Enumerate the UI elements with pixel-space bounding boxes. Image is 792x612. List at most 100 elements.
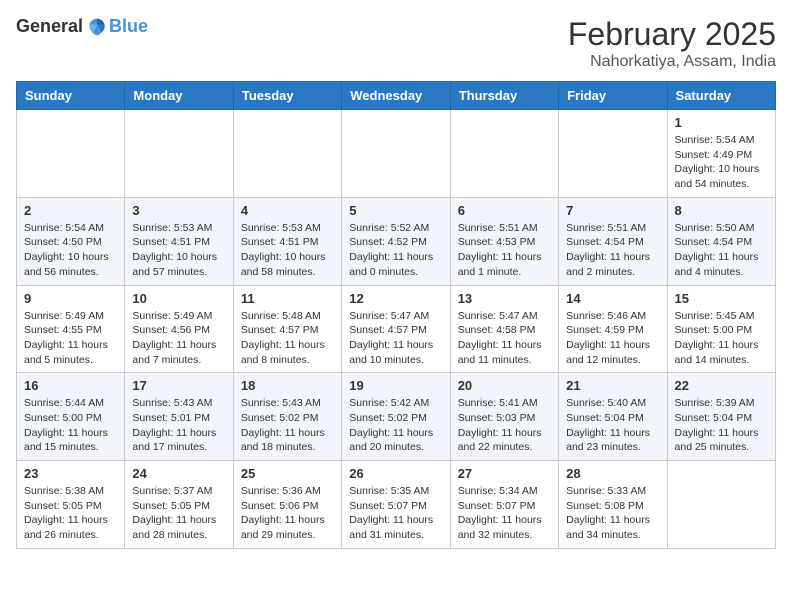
calendar-cell: 24 Sunrise: 5:37 AM Sunset: 5:05 PM Dayli… xyxy=(125,461,233,549)
day-info: Sunrise: 5:53 AM Sunset: 4:51 PM Dayligh… xyxy=(241,221,334,280)
day-info: Sunrise: 5:44 AM Sunset: 5:00 PM Dayligh… xyxy=(24,396,117,455)
column-header-monday: Monday xyxy=(125,82,233,110)
calendar-cell xyxy=(450,110,558,198)
calendar-cell xyxy=(125,110,233,198)
day-number: 10 xyxy=(132,291,225,306)
day-info: Sunrise: 5:39 AM Sunset: 5:04 PM Dayligh… xyxy=(675,396,768,455)
day-number: 6 xyxy=(458,203,551,218)
calendar-cell: 6 Sunrise: 5:51 AM Sunset: 4:53 PM Daylig… xyxy=(450,197,558,285)
calendar-cell xyxy=(559,110,667,198)
column-header-saturday: Saturday xyxy=(667,82,775,110)
day-number: 27 xyxy=(458,466,551,481)
calendar-cell: 5 Sunrise: 5:52 AM Sunset: 4:52 PM Daylig… xyxy=(342,197,450,285)
page-header: General Blue February 2025 Nahorkatiya, … xyxy=(16,16,776,71)
day-info: Sunrise: 5:47 AM Sunset: 4:58 PM Dayligh… xyxy=(458,309,551,368)
day-number: 18 xyxy=(241,378,334,393)
calendar-cell: 25Sunrise: 5:36 AM Sunset: 5:06 PM Dayli… xyxy=(233,461,341,549)
calendar-cell: 4Sunrise: 5:53 AM Sunset: 4:51 PM Daylig… xyxy=(233,197,341,285)
calendar-week-row: 2 Sunrise: 5:54 AM Sunset: 4:50 PM Daylig… xyxy=(17,197,776,285)
column-header-thursday: Thursday xyxy=(450,82,558,110)
day-number: 20 xyxy=(458,378,551,393)
day-number: 17 xyxy=(132,378,225,393)
calendar-cell: 18 Sunrise: 5:43 AM Sunset: 5:02 PM Dayli… xyxy=(233,373,341,461)
day-info: Sunrise: 5:46 AM Sunset: 4:59 PM Dayligh… xyxy=(566,309,659,368)
day-info: Sunrise: 5:43 AM Sunset: 5:01 PM Dayligh… xyxy=(132,396,225,455)
day-number: 3 xyxy=(132,203,225,218)
day-info: Sunrise: 5:50 AM Sunset: 4:54 PM Dayligh… xyxy=(675,221,768,280)
calendar-week-row: 23 Sunrise: 5:38 AM Sunset: 5:05 PM Dayli… xyxy=(17,461,776,549)
day-info: Sunrise: 5:49 AM Sunset: 4:56 PM Dayligh… xyxy=(132,309,225,368)
day-number: 1 xyxy=(675,115,768,130)
calendar-cell: 20Sunrise: 5:41 AM Sunset: 5:03 PM Dayli… xyxy=(450,373,558,461)
calendar-cell: 7 Sunrise: 5:51 AM Sunset: 4:54 PM Daylig… xyxy=(559,197,667,285)
day-number: 19 xyxy=(349,378,442,393)
calendar-cell: 1 Sunrise: 5:54 AM Sunset: 4:49 PM Daylig… xyxy=(667,110,775,198)
day-number: 28 xyxy=(566,466,659,481)
day-number: 26 xyxy=(349,466,442,481)
day-info: Sunrise: 5:45 AM Sunset: 5:00 PM Dayligh… xyxy=(675,309,768,368)
day-info: Sunrise: 5:38 AM Sunset: 5:05 PM Dayligh… xyxy=(24,484,117,543)
calendar-cell: 8Sunrise: 5:50 AM Sunset: 4:54 PM Daylig… xyxy=(667,197,775,285)
logo-blue: Blue xyxy=(109,16,148,37)
day-number: 13 xyxy=(458,291,551,306)
day-info: Sunrise: 5:35 AM Sunset: 5:07 PM Dayligh… xyxy=(349,484,442,543)
calendar-week-row: 1 Sunrise: 5:54 AM Sunset: 4:49 PM Daylig… xyxy=(17,110,776,198)
calendar-cell: 14 Sunrise: 5:46 AM Sunset: 4:59 PM Dayli… xyxy=(559,285,667,373)
day-info: Sunrise: 5:52 AM Sunset: 4:52 PM Dayligh… xyxy=(349,221,442,280)
column-header-tuesday: Tuesday xyxy=(233,82,341,110)
day-number: 9 xyxy=(24,291,117,306)
month-title: February 2025 xyxy=(568,16,776,53)
day-info: Sunrise: 5:54 AM Sunset: 4:50 PM Dayligh… xyxy=(24,221,117,280)
day-info: Sunrise: 5:51 AM Sunset: 4:54 PM Dayligh… xyxy=(566,221,659,280)
day-number: 15 xyxy=(675,291,768,306)
calendar-cell: 26 Sunrise: 5:35 AM Sunset: 5:07 PM Dayli… xyxy=(342,461,450,549)
day-info: Sunrise: 5:33 AM Sunset: 5:08 PM Dayligh… xyxy=(566,484,659,543)
day-info: Sunrise: 5:51 AM Sunset: 4:53 PM Dayligh… xyxy=(458,221,551,280)
day-info: Sunrise: 5:49 AM Sunset: 4:55 PM Dayligh… xyxy=(24,309,117,368)
day-info: Sunrise: 5:47 AM Sunset: 4:57 PM Dayligh… xyxy=(349,309,442,368)
calendar-cell: 23 Sunrise: 5:38 AM Sunset: 5:05 PM Dayli… xyxy=(17,461,125,549)
calendar-cell xyxy=(342,110,450,198)
calendar-cell: 27Sunrise: 5:34 AM Sunset: 5:07 PM Dayli… xyxy=(450,461,558,549)
calendar-cell: 11Sunrise: 5:48 AM Sunset: 4:57 PM Dayli… xyxy=(233,285,341,373)
calendar-header-row: SundayMondayTuesdayWednesdayThursdayFrid… xyxy=(17,82,776,110)
logo-icon xyxy=(87,17,107,37)
calendar-cell: 9 Sunrise: 5:49 AM Sunset: 4:55 PM Daylig… xyxy=(17,285,125,373)
calendar-cell: 10 Sunrise: 5:49 AM Sunset: 4:56 PM Dayli… xyxy=(125,285,233,373)
day-number: 11 xyxy=(241,291,334,306)
calendar-cell: 12 Sunrise: 5:47 AM Sunset: 4:57 PM Dayli… xyxy=(342,285,450,373)
calendar-cell: 17 Sunrise: 5:43 AM Sunset: 5:01 PM Dayli… xyxy=(125,373,233,461)
day-number: 25 xyxy=(241,466,334,481)
day-number: 2 xyxy=(24,203,117,218)
day-number: 23 xyxy=(24,466,117,481)
calendar-cell xyxy=(667,461,775,549)
day-info: Sunrise: 5:53 AM Sunset: 4:51 PM Dayligh… xyxy=(132,221,225,280)
logo-general: General xyxy=(16,16,83,37)
day-info: Sunrise: 5:40 AM Sunset: 5:04 PM Dayligh… xyxy=(566,396,659,455)
calendar-cell: 21 Sunrise: 5:40 AM Sunset: 5:04 PM Dayli… xyxy=(559,373,667,461)
day-info: Sunrise: 5:42 AM Sunset: 5:02 PM Dayligh… xyxy=(349,396,442,455)
day-info: Sunrise: 5:54 AM Sunset: 4:49 PM Dayligh… xyxy=(675,133,768,192)
column-header-friday: Friday xyxy=(559,82,667,110)
day-info: Sunrise: 5:37 AM Sunset: 5:05 PM Dayligh… xyxy=(132,484,225,543)
day-info: Sunrise: 5:43 AM Sunset: 5:02 PM Dayligh… xyxy=(241,396,334,455)
calendar-cell: 3 Sunrise: 5:53 AM Sunset: 4:51 PM Daylig… xyxy=(125,197,233,285)
day-number: 5 xyxy=(349,203,442,218)
day-number: 12 xyxy=(349,291,442,306)
location-title: Nahorkatiya, Assam, India xyxy=(568,53,776,71)
calendar-cell: 28 Sunrise: 5:33 AM Sunset: 5:08 PM Dayli… xyxy=(559,461,667,549)
calendar-week-row: 9 Sunrise: 5:49 AM Sunset: 4:55 PM Daylig… xyxy=(17,285,776,373)
calendar-cell: 15 Sunrise: 5:45 AM Sunset: 5:00 PM Dayli… xyxy=(667,285,775,373)
day-number: 22 xyxy=(675,378,768,393)
calendar-cell: 2 Sunrise: 5:54 AM Sunset: 4:50 PM Daylig… xyxy=(17,197,125,285)
logo: General Blue xyxy=(16,16,148,37)
calendar-cell xyxy=(233,110,341,198)
calendar-week-row: 16Sunrise: 5:44 AM Sunset: 5:00 PM Dayli… xyxy=(17,373,776,461)
day-number: 14 xyxy=(566,291,659,306)
calendar-table: SundayMondayTuesdayWednesdayThursdayFrid… xyxy=(16,81,776,549)
column-header-wednesday: Wednesday xyxy=(342,82,450,110)
calendar-cell: 16Sunrise: 5:44 AM Sunset: 5:00 PM Dayli… xyxy=(17,373,125,461)
day-number: 24 xyxy=(132,466,225,481)
day-number: 21 xyxy=(566,378,659,393)
day-number: 7 xyxy=(566,203,659,218)
